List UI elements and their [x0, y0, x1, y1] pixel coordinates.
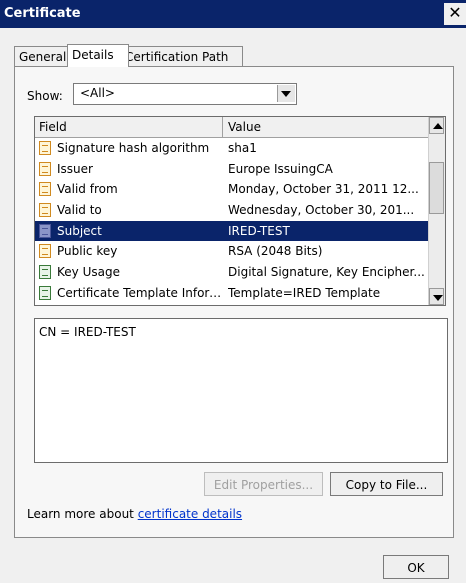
- tab-details[interactable]: Details: [67, 44, 129, 67]
- certificate-extension-icon: [39, 285, 51, 300]
- list-item-field: Valid to: [57, 203, 102, 218]
- show-filter-select[interactable]: <All>: [73, 83, 297, 105]
- column-header-value[interactable]: Value: [228, 120, 261, 134]
- window-title: Certificate: [4, 6, 81, 21]
- dropdown-arrow-icon[interactable]: [277, 85, 295, 102]
- list-item-field: Valid from: [57, 182, 118, 197]
- list-item-selected[interactable]: Subject IRED-TEST: [35, 220, 429, 242]
- list-item[interactable]: Valid from Monday, October 31, 2011 12..…: [35, 179, 429, 200]
- list-item[interactable]: Key Usage Digital Signature, Key Enciphe…: [35, 262, 429, 283]
- certificate-field-icon: [39, 203, 51, 218]
- list-item-field: Signature hash algorithm: [57, 141, 210, 155]
- list-item[interactable]: Signature hash algorithm sha1: [35, 138, 429, 159]
- field-detail-box[interactable]: CN = IRED-TEST: [34, 318, 448, 463]
- show-label: Show:: [27, 89, 63, 103]
- list-item-field: Issuer: [57, 161, 93, 176]
- field-list[interactable]: Field Value Signature hash algorithm sha…: [34, 116, 446, 306]
- learn-more-prefix: Learn more about: [27, 507, 138, 521]
- tab-general-label: General: [19, 50, 67, 64]
- vertical-scrollbar[interactable]: [428, 117, 445, 305]
- list-item[interactable]: Issuer Europe IssuingCA: [35, 159, 429, 180]
- scroll-up-icon[interactable]: [429, 117, 444, 134]
- list-item-value: sha1: [228, 141, 257, 155]
- tab-certification-path[interactable]: Certification Path: [120, 46, 243, 67]
- list-item-value: Template=IRED Template: [228, 285, 381, 300]
- scroll-down-icon[interactable]: [429, 288, 444, 305]
- column-header-field[interactable]: Field: [39, 120, 67, 134]
- certificate-extension-icon: [39, 265, 51, 280]
- show-selected-value: <All>: [80, 86, 115, 100]
- certificate-field-icon: [39, 141, 51, 155]
- list-item-value: IRED-TEST: [228, 223, 290, 238]
- ok-button[interactable]: OK: [383, 555, 449, 579]
- certificate-field-icon: [39, 182, 51, 197]
- certificate-details-link[interactable]: certificate details: [138, 507, 242, 521]
- list-item-value: Europe IssuingCA: [228, 161, 333, 176]
- edit-properties-button[interactable]: Edit Properties...: [204, 472, 323, 496]
- certificate-field-icon: [39, 223, 51, 238]
- list-item-field: Public key: [57, 244, 118, 259]
- list-item-value: Digital Signature, Key Encipher...: [228, 265, 425, 280]
- certificate-field-icon: [39, 161, 51, 176]
- scroll-thumb[interactable]: [429, 162, 444, 214]
- list-item-field: Certificate Template Inform...: [57, 285, 222, 300]
- close-icon[interactable]: ✕: [444, 3, 466, 25]
- tab-certification-path-label: Certification Path: [125, 50, 229, 64]
- field-detail-text: CN = IRED-TEST: [39, 325, 136, 339]
- list-item[interactable]: Valid to Wednesday, October 30, 201...: [35, 200, 429, 221]
- learn-more-text: Learn more about certificate details: [27, 507, 242, 521]
- list-item-value: Monday, October 31, 2011 12...: [228, 182, 419, 197]
- copy-to-file-button[interactable]: Copy to File...: [330, 472, 443, 496]
- column-divider[interactable]: [222, 117, 223, 137]
- tab-details-label: Details: [72, 48, 114, 62]
- title-bar: Certificate ✕: [0, 0, 466, 28]
- list-item[interactable]: Certificate Template Inform... Template=…: [35, 283, 429, 304]
- field-list-rows: Signature hash algorithm sha1 Issuer Eur…: [35, 138, 429, 304]
- list-item-value: RSA (2048 Bits): [228, 244, 323, 259]
- list-item-field: Subject: [57, 223, 102, 238]
- list-item[interactable]: Public key RSA (2048 Bits): [35, 241, 429, 262]
- list-item-value: Wednesday, October 30, 201...: [228, 203, 415, 218]
- field-list-header: Field Value: [35, 117, 429, 138]
- list-item-field: Key Usage: [57, 265, 120, 280]
- certificate-field-icon: [39, 244, 51, 259]
